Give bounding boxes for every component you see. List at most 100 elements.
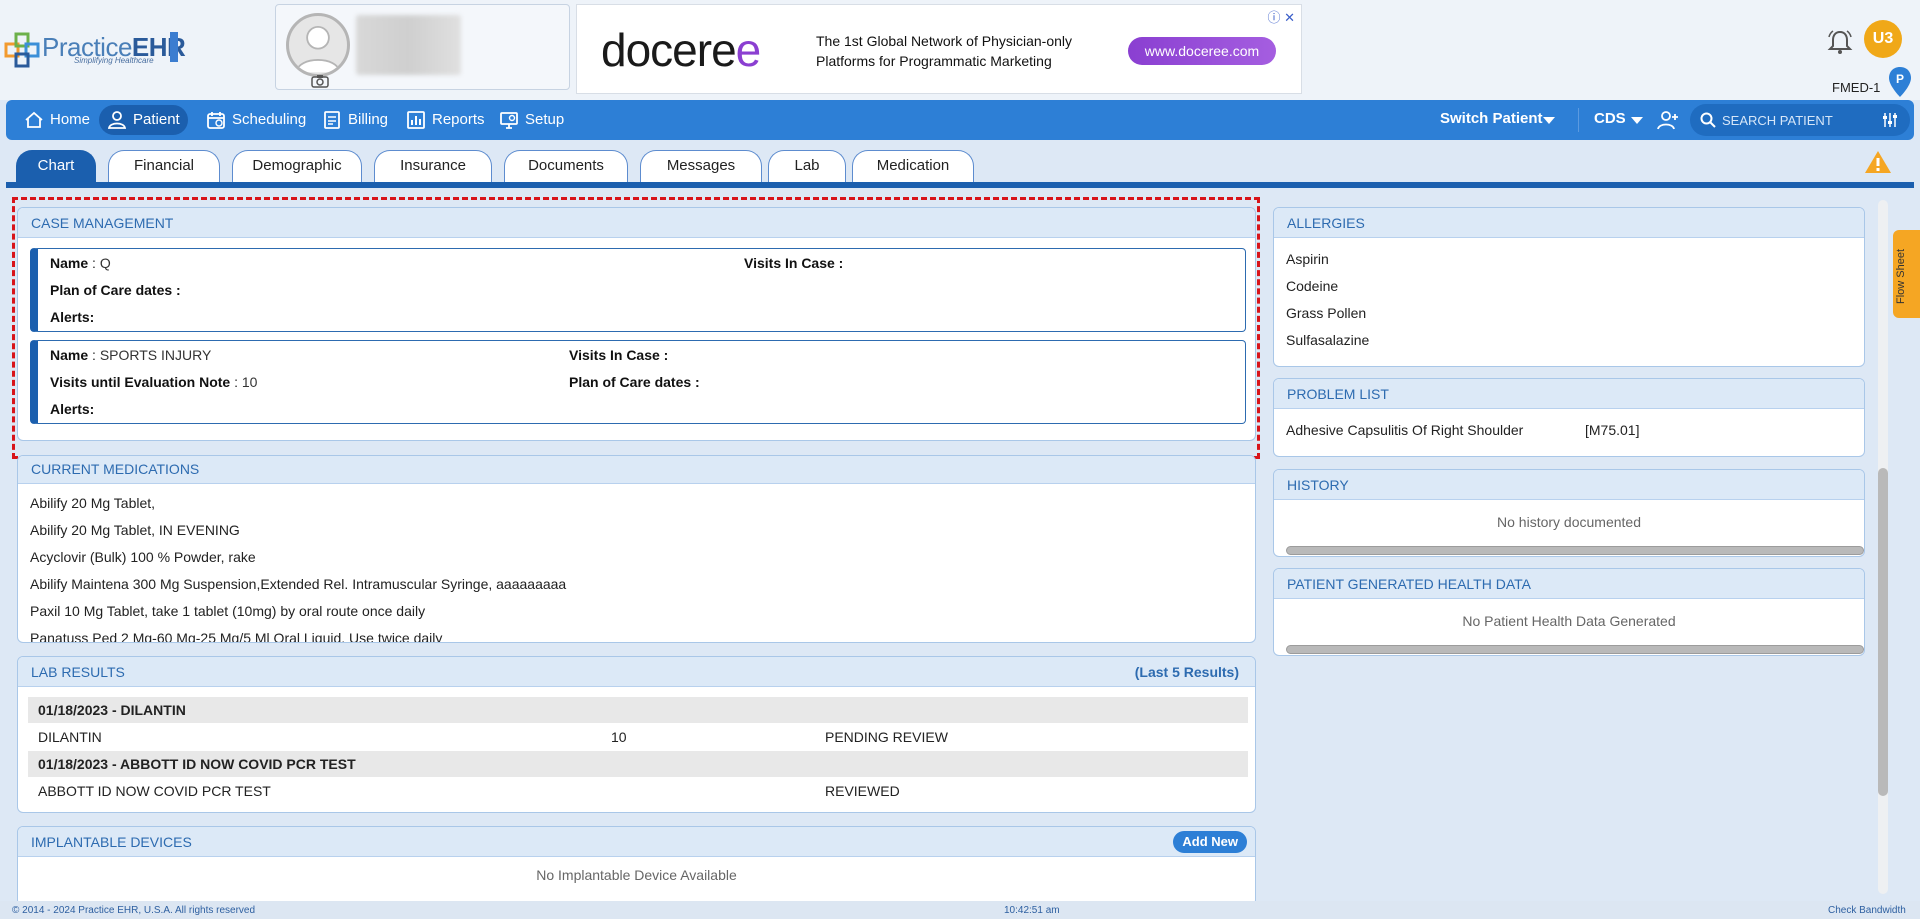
- list-item: Abilify Maintena 300 Mg Suspension,Exten…: [30, 576, 567, 592]
- person-placeholder-icon: [295, 25, 341, 73]
- user-icon: [107, 111, 127, 129]
- current-medications-title: CURRENT MEDICATIONS: [18, 456, 1255, 484]
- billing-icon: [324, 111, 340, 129]
- add-new-button[interactable]: Add New: [1173, 831, 1247, 853]
- list-item: Panatuss Ped 2 Mg-60 Mg-25 Mg/5 Ml Oral …: [30, 630, 443, 643]
- tab-demographic[interactable]: Demographic: [232, 150, 362, 182]
- bell-icon[interactable]: [1826, 28, 1854, 56]
- list-item: Codeine: [1286, 278, 1339, 294]
- tabs-underline: [6, 182, 1914, 188]
- tab-messages[interactable]: Messages: [640, 150, 762, 182]
- flow-sheet-tab[interactable]: Flow Sheet: [1893, 230, 1920, 318]
- lab-group-header[interactable]: 01/18/2023 - ABBOTT ID NOW COVID PCR TES…: [28, 751, 1248, 777]
- case-management-panel: CASE MANAGEMENT Name : Q Visits In Case …: [17, 207, 1256, 441]
- ad-cta-button[interactable]: www.doceree.com: [1128, 37, 1276, 65]
- list-item: Abilify 20 Mg Tablet,: [30, 495, 156, 511]
- brand-tagline: Simplifying Healthcare: [74, 56, 154, 65]
- list-item: Sulfasalazine: [1286, 332, 1370, 348]
- list-item: Aspirin: [1286, 251, 1329, 267]
- ad-logo: doceree: [601, 24, 761, 76]
- info-icon[interactable]: ⓘ: [1267, 10, 1280, 25]
- copyright-text: © 2014 - 2024 Practice EHR, U.S.A. All r…: [12, 905, 256, 916]
- clock: 10:42:51 am: [1004, 905, 1060, 916]
- implantable-devices-panel: IMPLANTABLE DEVICES Add New No Implantab…: [17, 826, 1256, 906]
- horizontal-scrollbar[interactable]: [1286, 546, 1864, 555]
- home-icon: [25, 111, 43, 128]
- list-item: Adhesive Capsulitis Of Right Shoulder [M…: [1274, 409, 1864, 444]
- chevron-down-icon[interactable]: [1543, 117, 1555, 124]
- patient-info-redacted: [356, 15, 461, 75]
- nav-divider: [1578, 108, 1579, 132]
- close-icon[interactable]: ✕: [1284, 10, 1295, 25]
- location-pin-icon[interactable]: P: [1888, 66, 1912, 98]
- pghd-title: PATIENT GENERATED HEALTH DATA: [1274, 569, 1864, 599]
- tab-lab[interactable]: Lab: [768, 150, 846, 182]
- case-card[interactable]: Name : SPORTS INJURY Visits In Case : Vi…: [30, 340, 1246, 424]
- case-visits-in-case: Visits In Case :: [569, 347, 669, 363]
- svg-text:P: P: [1896, 72, 1904, 86]
- list-item: Grass Pollen: [1286, 305, 1367, 321]
- case-visits-until-eval: Visits until Evaluation Note : 10: [50, 374, 258, 390]
- tab-medication[interactable]: Medication: [852, 150, 974, 182]
- empty-state: No history documented: [1497, 514, 1641, 530]
- case-card[interactable]: Name : Q Visits In Case : Plan of Care d…: [30, 248, 1246, 332]
- warning-icon[interactable]: [1864, 149, 1892, 175]
- practice-ehr-logo[interactable]: PracticeEHR Simplifying Healthcare: [4, 28, 186, 70]
- implantable-devices-title: IMPLANTABLE DEVICES: [18, 827, 1255, 857]
- chart-icon: [407, 111, 425, 129]
- empty-state: No Patient Health Data Generated: [1462, 613, 1676, 629]
- patient-search[interactable]: [1690, 104, 1910, 136]
- list-item: Acyclovir (Bulk) 100 % Powder, rake: [30, 549, 256, 565]
- vertical-scrollbar[interactable]: [1878, 200, 1888, 894]
- top-bar: PracticeEHR Simplifying Healthcare docer…: [0, 0, 1920, 100]
- main-nav: Home Patient Scheduling Billing Reports …: [6, 100, 1914, 140]
- patient-generated-health-data-panel: PATIENT GENERATED HEALTH DATA No Patient…: [1273, 568, 1865, 656]
- case-plan-of-care: Plan of Care dates :: [50, 282, 181, 298]
- nav-home[interactable]: Home: [16, 105, 98, 135]
- nav-setup[interactable]: Setup: [491, 105, 572, 135]
- ad-close-controls[interactable]: ⓘ ✕: [1267, 7, 1295, 26]
- tab-insurance[interactable]: Insurance: [374, 150, 492, 182]
- lab-group-header[interactable]: 01/18/2023 - DILANTIN: [28, 697, 1248, 723]
- nav-patient[interactable]: Patient: [99, 105, 188, 135]
- scrollbar-thumb[interactable]: [1878, 468, 1888, 796]
- user-avatar[interactable]: U3: [1864, 20, 1902, 58]
- horizontal-scrollbar[interactable]: [1286, 645, 1864, 654]
- facility-label: FMED-1: [1832, 80, 1881, 95]
- patient-avatar[interactable]: [286, 13, 350, 77]
- case-management-title: CASE MANAGEMENT: [18, 208, 1255, 238]
- lab-results-subtitle: (Last 5 Results): [1134, 664, 1239, 680]
- history-title: HISTORY: [1274, 470, 1864, 500]
- logo-cross-icon: [4, 32, 40, 68]
- problem-code: [M75.01]: [1585, 422, 1640, 438]
- table-row: ABBOTT ID NOW COVID PCR TEST REVIEWED: [38, 783, 900, 799]
- search-icon: [1700, 112, 1716, 128]
- tab-documents[interactable]: Documents: [504, 150, 628, 182]
- cds-dropdown[interactable]: CDS: [1594, 110, 1626, 127]
- switch-patient-dropdown[interactable]: Switch Patient: [1440, 110, 1543, 127]
- tab-financial[interactable]: Financial: [108, 150, 220, 182]
- table-row: DILANTIN 10 PENDING REVIEW: [38, 729, 948, 745]
- patient-card: [275, 4, 570, 90]
- add-user-icon[interactable]: [1656, 108, 1680, 132]
- chevron-down-icon[interactable]: [1631, 117, 1643, 124]
- problem-list-title: PROBLEM LIST: [1274, 379, 1864, 409]
- filter-sliders-icon[interactable]: [1882, 112, 1898, 128]
- check-bandwidth-link[interactable]: Check Bandwidth: [1828, 905, 1906, 916]
- camera-icon[interactable]: [311, 74, 329, 88]
- current-medications-panel: CURRENT MEDICATIONS Abilify 20 Mg Tablet…: [17, 455, 1256, 643]
- list-item: Abilify 20 Mg Tablet, IN EVENING: [30, 522, 240, 538]
- nav-billing[interactable]: Billing: [314, 105, 396, 135]
- allergy-list: Aspirin Codeine Grass Pollen Sulfasalazi…: [1274, 238, 1864, 354]
- brand-marker: [170, 32, 178, 62]
- nav-reports[interactable]: Reports: [398, 105, 493, 135]
- case-alerts: Alerts:: [50, 309, 95, 325]
- tab-chart[interactable]: Chart: [16, 150, 96, 182]
- case-plan-of-care: Plan of Care dates :: [569, 374, 700, 390]
- footer: © 2014 - 2024 Practice EHR, U.S.A. All r…: [0, 901, 1920, 919]
- search-patient-input[interactable]: [1722, 110, 1872, 130]
- problem-name: Adhesive Capsulitis Of Right Shoulder: [1286, 422, 1524, 438]
- nav-scheduling[interactable]: Scheduling: [198, 105, 314, 135]
- case-name: Name : SPORTS INJURY: [50, 347, 212, 363]
- advertisement-banner[interactable]: doceree The 1st Global Network of Physic…: [576, 4, 1302, 94]
